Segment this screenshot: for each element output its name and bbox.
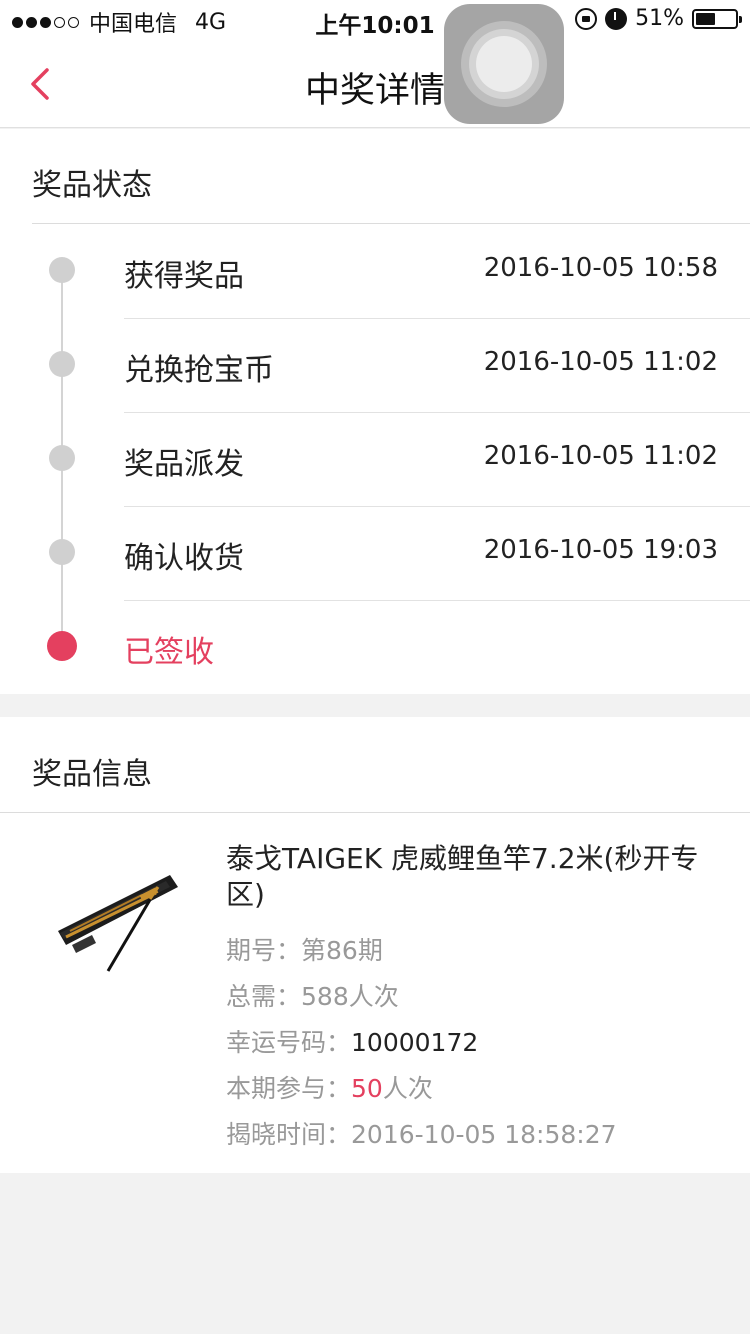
- timeline-item: 兑换抢宝币 2016-10-05 11:02: [0, 319, 750, 413]
- total-value: 588人次: [301, 982, 399, 1011]
- reveal-time-value: 2016-10-05 18:58:27: [351, 1120, 617, 1149]
- timeline-dot-active: [47, 631, 77, 661]
- timeline-dot: [49, 445, 75, 471]
- status-right: 51%: [575, 6, 742, 31]
- timeline-time: 2016-10-05 11:02: [483, 441, 718, 471]
- timeline-item: 获得奖品 2016-10-05 10:58: [0, 225, 750, 319]
- participation-label: 本期参与：: [226, 1074, 352, 1103]
- period-value: 第86期: [301, 936, 383, 965]
- timeline-label: 获得奖品: [124, 259, 244, 294]
- timeline-dot: [49, 257, 75, 283]
- total-row: 总需：588人次: [226, 977, 399, 1013]
- alarm-icon: [605, 7, 628, 30]
- timeline-label: 已签收: [124, 635, 214, 670]
- participation-row: 本期参与：50人次: [226, 1069, 433, 1105]
- status-bar: 中国电信 4G 上午10:01 51%: [0, 0, 750, 40]
- timeline-dot: [49, 351, 75, 377]
- period-row: 期号：第86期: [226, 931, 383, 967]
- prize-status-section: 奖品状态 获得奖品 2016-10-05 10:58 兑换抢宝币 2016-10…: [0, 129, 750, 694]
- participation-unit: 人次: [382, 1074, 433, 1103]
- divider: [0, 812, 750, 813]
- nav-bar: 中奖详情: [0, 40, 750, 128]
- battery-icon: [692, 8, 742, 29]
- battery-percent: 51%: [635, 6, 684, 31]
- page-title: 中奖详情: [304, 71, 445, 111]
- timeline-label: 奖品派发: [124, 447, 244, 482]
- section-title: 奖品信息: [32, 757, 152, 792]
- timeline-time: 2016-10-05 10:58: [483, 253, 718, 283]
- period-label: 期号：: [226, 936, 302, 965]
- lucky-number-value: 10000172: [351, 1028, 479, 1057]
- reveal-time-label: 揭晓时间：: [226, 1120, 352, 1149]
- lucky-number-row: 幸运号码：10000172: [226, 1023, 478, 1059]
- product-name[interactable]: 泰戈TAIGEK 虎威鲤鱼竿7.2米(秒开专区): [226, 841, 726, 913]
- timeline-item: 确认收货 2016-10-05 19:03: [0, 507, 750, 601]
- total-label: 总需：: [226, 982, 302, 1011]
- product-image[interactable]: [52, 853, 184, 973]
- prize-info-section: 奖品信息 泰戈TAIGEK 虎威鲤鱼竿7.2米(秒开专区) 期号：第86期 总需…: [0, 717, 750, 1173]
- timeline-item-current: 已签收: [0, 601, 750, 695]
- timeline-time: 2016-10-05 11:02: [483, 347, 718, 377]
- reveal-time-row: 揭晓时间：2016-10-05 18:58:27: [226, 1115, 617, 1151]
- rotation-lock-icon: [575, 7, 598, 30]
- participation-count: 50: [351, 1074, 383, 1103]
- timeline-time: 2016-10-05 19:03: [483, 535, 718, 565]
- divider: [32, 223, 750, 224]
- lucky-number-label: 幸运号码：: [226, 1028, 352, 1057]
- section-title: 奖品状态: [32, 168, 152, 203]
- assistive-touch-button[interactable]: [444, 4, 564, 124]
- timeline-dot: [49, 539, 75, 565]
- timeline-item: 奖品派发 2016-10-05 11:02: [0, 413, 750, 507]
- timeline-label: 兑换抢宝币: [124, 353, 274, 388]
- timeline-label: 确认收货: [124, 541, 244, 576]
